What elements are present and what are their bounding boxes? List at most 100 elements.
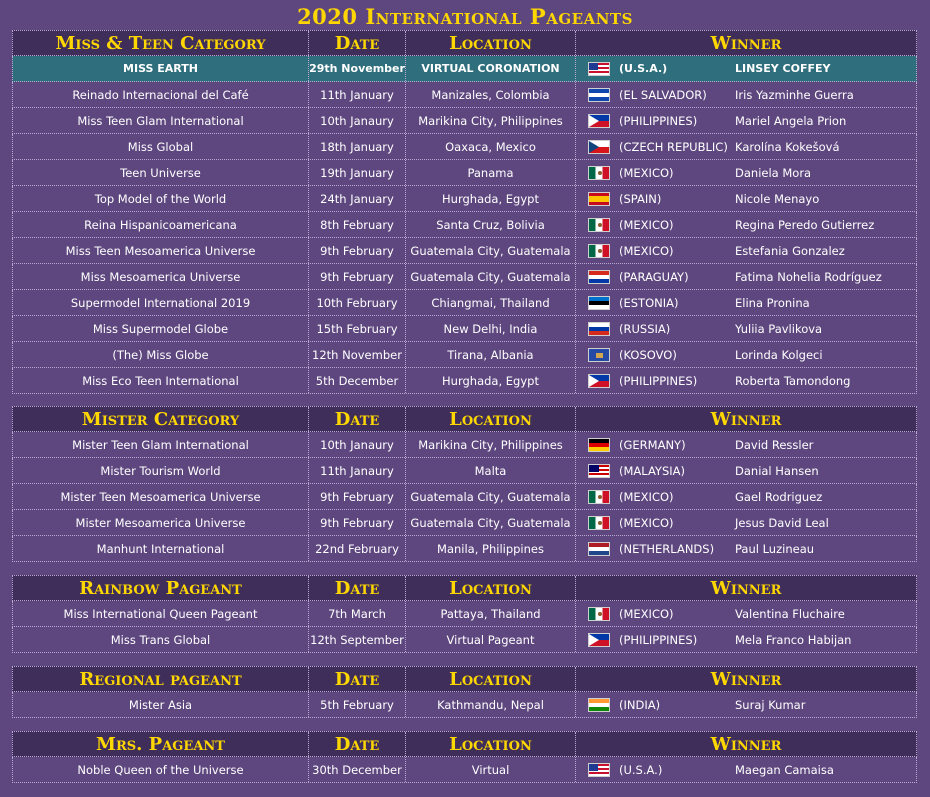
pageant-location: Manizales, Colombia — [406, 82, 576, 107]
winner-country: (U.S.A.) — [619, 62, 668, 75]
winner-cell: (PHILIPPINES) Mariel Angela Prion — [576, 108, 916, 133]
pageant-date: 10th February — [309, 290, 406, 315]
category-header: Mrs. Pageant — [13, 732, 309, 756]
pageant-name: Miss Supermodel Globe — [13, 316, 309, 341]
winner-cell: (SPAIN) Nicole Menayo — [576, 186, 916, 211]
pageant-date: 9th February — [309, 484, 406, 509]
date-header: Date — [309, 732, 406, 756]
table-row: Miss Supermodel Globe 15th February New De… — [12, 316, 917, 342]
mx-flag-icon — [588, 165, 610, 180]
winner-cell: (MALAYSIA) Danial Hansen — [576, 458, 916, 483]
table-row: Miss Teen Mesoamerica Universe 9th Februa… — [12, 238, 917, 264]
pageant-name: Mister Asia — [13, 692, 309, 717]
pageant-name: Reinado Internacional del Café — [13, 82, 309, 107]
table-row: Noble Queen of the Universe 30th December… — [12, 757, 917, 783]
mx-flag-icon — [588, 515, 610, 530]
pageant-date: 22nd February — [309, 536, 406, 561]
table-row: Mister Tourism World 11th Janaury Malta (MA… — [12, 458, 917, 484]
winner-cell: (RUSSIA) Yuliia Pavlikova — [576, 316, 916, 341]
table-row: Miss Teen Glam International 10th Janaury… — [12, 108, 917, 134]
table-row: Miss Eco Teen International 5th December H… — [12, 368, 917, 394]
section-header-row: Rainbow Pageant Date Location Winner — [12, 575, 917, 601]
table-row: Miss Trans Global 12th September Virtual P… — [12, 627, 917, 653]
pageant-location: VIRTUAL CORONATION — [406, 56, 576, 81]
pageant-location: Guatemala City, Guatemala — [406, 238, 576, 263]
pageant-name: Supermodel International 2019 — [13, 290, 309, 315]
winner-name: Lorinda Kolgeci — [735, 347, 823, 362]
us-flag-icon — [588, 61, 610, 76]
us-flag-icon — [588, 762, 610, 777]
winner-name: Maegan Camaisa — [735, 762, 834, 777]
table-row: Manhunt International 22nd February Manila… — [12, 536, 917, 562]
winner-name: David Ressler — [735, 437, 814, 452]
winner-country: (MEXICO) — [619, 489, 674, 504]
pageant-date: 5th February — [309, 692, 406, 717]
pageant-name: Mister Mesoamerica Universe — [13, 510, 309, 535]
table-row: MISS EARTH 29th November VIRTUAL CORONATIO… — [12, 56, 917, 82]
pageant-location: Guatemala City, Guatemala — [406, 484, 576, 509]
winner-country: (PHILIPPINES) — [619, 373, 698, 388]
table-row: Mister Asia 5th February Kathmandu, Nepal(… — [12, 692, 917, 718]
winner-cell: (CZECH REPUBLIC) Karolína Kokešová — [576, 134, 916, 159]
mx-flag-icon — [588, 217, 610, 232]
de-flag-icon — [588, 437, 610, 452]
section-table: Rainbow Pageant Date Location Winner Miss In… — [12, 575, 917, 653]
mx-flag-icon — [588, 243, 610, 258]
ph-flag-icon — [588, 632, 610, 647]
pageant-name: Miss Teen Mesoamerica Universe — [13, 238, 309, 263]
section-header-row: Mrs. Pageant Date Location Winner — [12, 731, 917, 757]
location-header: Location — [406, 732, 576, 756]
pageant-date: 5th December — [309, 368, 406, 393]
pageant-location: Manila, Philippines — [406, 536, 576, 561]
category-header: Mister Category — [13, 407, 309, 431]
winner-header: Winner — [710, 577, 782, 599]
my-flag-icon — [588, 463, 610, 478]
winner-country: (MEXICO) — [619, 243, 674, 258]
table-row: Supermodel International 2019 10th Februa… — [12, 290, 917, 316]
winner-country: (NETHERLANDS) — [619, 541, 715, 556]
pageant-location: Kathmandu, Nepal — [406, 692, 576, 717]
pageant-name: (The) Miss Globe — [13, 342, 309, 367]
winner-country: (CZECH REPUBLIC) — [619, 139, 728, 154]
winner-name: Valentina Fluchaire — [735, 606, 845, 621]
pageant-location: Santa Cruz, Bolivia — [406, 212, 576, 237]
pageant-date: 11th Janaury — [309, 458, 406, 483]
ph-flag-icon — [588, 113, 610, 128]
winner-cell: (MEXICO) Estefania Gonzalez — [576, 238, 916, 263]
date-header: Date — [309, 407, 406, 431]
pageant-name: Mister Tourism World — [13, 458, 309, 483]
pageant-name: Miss Global — [13, 134, 309, 159]
winner-country: (RUSSIA) — [619, 321, 671, 336]
winner-name: Regina Peredo Gutierrez — [735, 217, 875, 232]
winner-name: Daniela Mora — [735, 165, 812, 180]
pageant-name: Mister Teen Glam International — [13, 432, 309, 457]
category-header: Miss & Teen Category — [13, 31, 309, 55]
winner-header: Winner — [710, 668, 782, 690]
table-row: Reinado Internacional del Café 11th Janua… — [12, 82, 917, 108]
pageant-location: Hurghada, Egypt — [406, 368, 576, 393]
winner-name: Elina Pronina — [735, 295, 810, 310]
pageant-name: Miss International Queen Pageant — [13, 601, 309, 626]
category-header: Regional pageant — [13, 667, 309, 691]
pageant-location: Virtual Pageant — [406, 627, 576, 652]
table-row: Mister Mesoamerica Universe 9th February G… — [12, 510, 917, 536]
table-row: Mister Teen Glam International 10th Janau… — [12, 432, 917, 458]
section-table: Mister Category Date Location Winner Mister … — [12, 406, 917, 562]
winner-cell: (MEXICO) Gael Rodriguez — [576, 484, 916, 509]
winner-cell: (GERMANY) David Ressler — [576, 432, 916, 457]
mx-flag-icon — [588, 489, 610, 504]
winner-cell: (EL SALVADOR) Iris Yazminhe Guerra — [576, 82, 916, 107]
location-header: Location — [406, 667, 576, 691]
winner-name: Estefania Gonzalez — [735, 243, 845, 258]
xk-flag-icon — [588, 347, 610, 362]
section-table: Miss & Teen Category Date Location Winner MI… — [12, 30, 917, 394]
winner-cell: (NETHERLANDS) Paul Luzineau — [576, 536, 916, 561]
winner-country: (PHILIPPINES) — [619, 113, 698, 128]
winner-country: (MEXICO) — [619, 606, 674, 621]
pageant-name: Miss Trans Global — [13, 627, 309, 652]
date-header: Date — [309, 667, 406, 691]
pageant-name: MISS EARTH — [13, 56, 309, 81]
winner-country: (SPAIN) — [619, 191, 662, 206]
pageant-date: 10th Janaury — [309, 432, 406, 457]
pageant-name: Miss Eco Teen International — [13, 368, 309, 393]
